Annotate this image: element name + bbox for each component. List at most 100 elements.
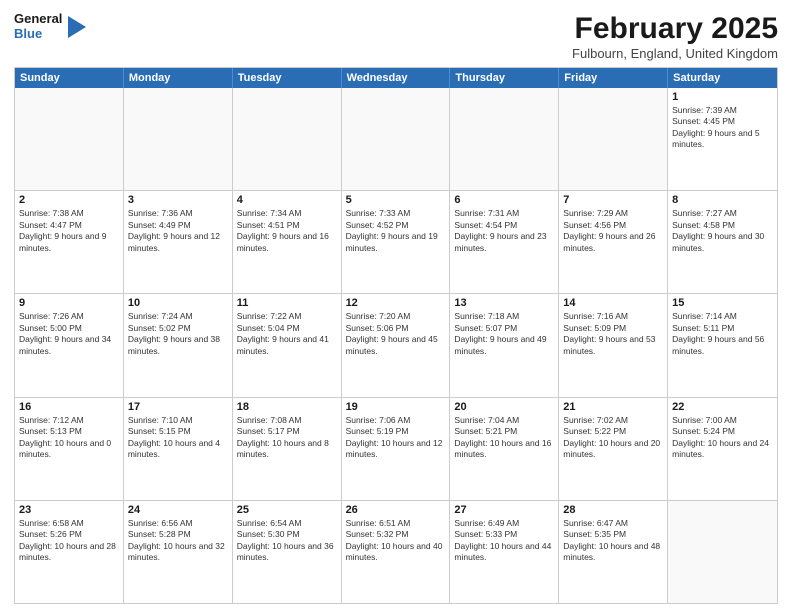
day-number: 8 bbox=[672, 194, 773, 206]
calendar-cell: 1 Sunrise: 7:39 AM Sunset: 4:45 PM Daylig… bbox=[668, 88, 777, 190]
calendar-week-row: 1 Sunrise: 7:39 AM Sunset: 4:45 PM Daylig… bbox=[15, 88, 777, 190]
calendar-cell: 25Sunrise: 6:54 AM Sunset: 5:30 PM Dayli… bbox=[233, 501, 342, 603]
cell-sun-info: Sunrise: 7:04 AM Sunset: 5:21 PM Dayligh… bbox=[454, 415, 554, 461]
calendar-cell bbox=[450, 88, 559, 190]
cell-sun-info: Sunrise: 7:12 AM Sunset: 5:13 PM Dayligh… bbox=[19, 415, 119, 461]
cell-sun-info: Sunrise: 7:00 AM Sunset: 5:24 PM Dayligh… bbox=[672, 415, 773, 461]
calendar-cell bbox=[124, 88, 233, 190]
calendar-cell: 20 Sunrise: 7:04 AM Sunset: 5:21 PM Dayli… bbox=[450, 398, 559, 500]
cell-sun-info: Sunrise: 6:47 AM Sunset: 5:35 PM Dayligh… bbox=[563, 518, 663, 564]
calendar-cell bbox=[342, 88, 451, 190]
day-number: 23 bbox=[19, 504, 119, 516]
calendar-cell bbox=[233, 88, 342, 190]
cell-sun-info: Sunrise: 6:58 AM Sunset: 5:26 PM Dayligh… bbox=[19, 518, 119, 564]
cell-sun-info: Sunrise: 7:29 AM Sunset: 4:56 PM Dayligh… bbox=[563, 208, 663, 254]
cell-sun-info: Sunrise: 7:06 AM Sunset: 5:19 PM Dayligh… bbox=[346, 415, 446, 461]
calendar-cell: 8Sunrise: 7:27 AM Sunset: 4:58 PM Daylig… bbox=[668, 191, 777, 293]
cal-header-day: Saturday bbox=[668, 68, 777, 88]
cell-sun-info: Sunrise: 7:36 AM Sunset: 4:49 PM Dayligh… bbox=[128, 208, 228, 254]
calendar-cell: 6Sunrise: 7:31 AM Sunset: 4:54 PM Daylig… bbox=[450, 191, 559, 293]
day-number: 1 bbox=[672, 91, 773, 103]
day-number: 15 bbox=[672, 297, 773, 309]
cell-sun-info: Sunrise: 7:14 AM Sunset: 5:11 PM Dayligh… bbox=[672, 311, 773, 357]
cell-sun-info: Sunrise: 6:56 AM Sunset: 5:28 PM Dayligh… bbox=[128, 518, 228, 564]
calendar-cell: 18 Sunrise: 7:08 AM Sunset: 5:17 PM Dayli… bbox=[233, 398, 342, 500]
cell-sun-info: Sunrise: 7:08 AM Sunset: 5:17 PM Dayligh… bbox=[237, 415, 337, 461]
calendar-week-row: 9 Sunrise: 7:26 AM Sunset: 5:00 PM Daylig… bbox=[15, 293, 777, 396]
calendar-header: SundayMondayTuesdayWednesdayThursdayFrid… bbox=[15, 68, 777, 88]
calendar-cell: 12 Sunrise: 7:20 AM Sunset: 5:06 PM Dayli… bbox=[342, 294, 451, 396]
cell-sun-info: Sunrise: 7:33 AM Sunset: 4:52 PM Dayligh… bbox=[346, 208, 446, 254]
cell-sun-info: Sunrise: 7:24 AM Sunset: 5:02 PM Dayligh… bbox=[128, 311, 228, 357]
calendar-cell: 5 Sunrise: 7:33 AM Sunset: 4:52 PM Daylig… bbox=[342, 191, 451, 293]
day-number: 24 bbox=[128, 504, 228, 516]
day-number: 9 bbox=[19, 297, 119, 309]
logo: General Blue bbox=[14, 12, 86, 42]
cal-header-day: Tuesday bbox=[233, 68, 342, 88]
calendar-cell: 13 Sunrise: 7:18 AM Sunset: 5:07 PM Dayli… bbox=[450, 294, 559, 396]
cell-sun-info: Sunrise: 7:26 AM Sunset: 5:00 PM Dayligh… bbox=[19, 311, 119, 357]
cell-sun-info: Sunrise: 7:34 AM Sunset: 4:51 PM Dayligh… bbox=[237, 208, 337, 254]
day-number: 13 bbox=[454, 297, 554, 309]
calendar-cell: 24 Sunrise: 6:56 AM Sunset: 5:28 PM Dayli… bbox=[124, 501, 233, 603]
cell-sun-info: Sunrise: 7:20 AM Sunset: 5:06 PM Dayligh… bbox=[346, 311, 446, 357]
calendar-cell: 27 Sunrise: 6:49 AM Sunset: 5:33 PM Dayli… bbox=[450, 501, 559, 603]
cal-header-day: Wednesday bbox=[342, 68, 451, 88]
day-number: 19 bbox=[346, 401, 446, 413]
cell-sun-info: Sunrise: 7:16 AM Sunset: 5:09 PM Dayligh… bbox=[563, 311, 663, 357]
day-number: 14 bbox=[563, 297, 663, 309]
cell-sun-info: Sunrise: 6:54 AM Sunset: 5:30 PM Dayligh… bbox=[237, 518, 337, 564]
day-number: 26 bbox=[346, 504, 446, 516]
day-number: 28 bbox=[563, 504, 663, 516]
calendar-body: 1 Sunrise: 7:39 AM Sunset: 4:45 PM Daylig… bbox=[15, 88, 777, 603]
calendar-cell: 9 Sunrise: 7:26 AM Sunset: 5:00 PM Daylig… bbox=[15, 294, 124, 396]
calendar-cell: 28 Sunrise: 6:47 AM Sunset: 5:35 PM Dayli… bbox=[559, 501, 668, 603]
day-number: 10 bbox=[128, 297, 228, 309]
subtitle: Fulbourn, England, United Kingdom bbox=[572, 46, 778, 61]
calendar-cell: 2 Sunrise: 7:38 AM Sunset: 4:47 PM Daylig… bbox=[15, 191, 124, 293]
day-number: 21 bbox=[563, 401, 663, 413]
calendar-cell bbox=[668, 501, 777, 603]
day-number: 27 bbox=[454, 504, 554, 516]
cell-sun-info: Sunrise: 7:39 AM Sunset: 4:45 PM Dayligh… bbox=[672, 105, 773, 151]
calendar-cell: 3 Sunrise: 7:36 AM Sunset: 4:49 PM Daylig… bbox=[124, 191, 233, 293]
calendar-cell: 11Sunrise: 7:22 AM Sunset: 5:04 PM Dayli… bbox=[233, 294, 342, 396]
calendar-cell: 4 Sunrise: 7:34 AM Sunset: 4:51 PM Daylig… bbox=[233, 191, 342, 293]
calendar-cell: 7Sunrise: 7:29 AM Sunset: 4:56 PM Daylig… bbox=[559, 191, 668, 293]
day-number: 22 bbox=[672, 401, 773, 413]
cell-sun-info: Sunrise: 6:51 AM Sunset: 5:32 PM Dayligh… bbox=[346, 518, 446, 564]
calendar: SundayMondayTuesdayWednesdayThursdayFrid… bbox=[14, 67, 778, 604]
day-number: 18 bbox=[237, 401, 337, 413]
header: General Blue February 2025 Fulbourn, Eng… bbox=[14, 12, 778, 61]
cell-sun-info: Sunrise: 7:31 AM Sunset: 4:54 PM Dayligh… bbox=[454, 208, 554, 254]
main-title: February 2025 bbox=[572, 12, 778, 45]
calendar-cell: 14 Sunrise: 7:16 AM Sunset: 5:09 PM Dayli… bbox=[559, 294, 668, 396]
cell-sun-info: Sunrise: 7:18 AM Sunset: 5:07 PM Dayligh… bbox=[454, 311, 554, 357]
page: General Blue February 2025 Fulbourn, Eng… bbox=[0, 0, 792, 612]
calendar-cell: 22 Sunrise: 7:00 AM Sunset: 5:24 PM Dayli… bbox=[668, 398, 777, 500]
calendar-cell: 15 Sunrise: 7:14 AM Sunset: 5:11 PM Dayli… bbox=[668, 294, 777, 396]
day-number: 11 bbox=[237, 297, 337, 309]
day-number: 4 bbox=[237, 194, 337, 206]
day-number: 2 bbox=[19, 194, 119, 206]
calendar-cell: 10 Sunrise: 7:24 AM Sunset: 5:02 PM Dayli… bbox=[124, 294, 233, 396]
calendar-cell: 19 Sunrise: 7:06 AM Sunset: 5:19 PM Dayli… bbox=[342, 398, 451, 500]
cell-sun-info: Sunrise: 6:49 AM Sunset: 5:33 PM Dayligh… bbox=[454, 518, 554, 564]
cal-header-day: Sunday bbox=[15, 68, 124, 88]
logo-arrow-icon bbox=[68, 16, 86, 38]
day-number: 12 bbox=[346, 297, 446, 309]
cal-header-day: Monday bbox=[124, 68, 233, 88]
day-number: 3 bbox=[128, 194, 228, 206]
calendar-cell bbox=[15, 88, 124, 190]
cal-header-day: Thursday bbox=[450, 68, 559, 88]
day-number: 20 bbox=[454, 401, 554, 413]
day-number: 5 bbox=[346, 194, 446, 206]
calendar-cell: 17Sunrise: 7:10 AM Sunset: 5:15 PM Dayli… bbox=[124, 398, 233, 500]
calendar-week-row: 23 Sunrise: 6:58 AM Sunset: 5:26 PM Dayli… bbox=[15, 500, 777, 603]
calendar-cell: 21Sunrise: 7:02 AM Sunset: 5:22 PM Dayli… bbox=[559, 398, 668, 500]
title-block: February 2025 Fulbourn, England, United … bbox=[572, 12, 778, 61]
calendar-cell: 23 Sunrise: 6:58 AM Sunset: 5:26 PM Dayli… bbox=[15, 501, 124, 603]
calendar-week-row: 2 Sunrise: 7:38 AM Sunset: 4:47 PM Daylig… bbox=[15, 190, 777, 293]
cell-sun-info: Sunrise: 7:38 AM Sunset: 4:47 PM Dayligh… bbox=[19, 208, 119, 254]
day-number: 17 bbox=[128, 401, 228, 413]
